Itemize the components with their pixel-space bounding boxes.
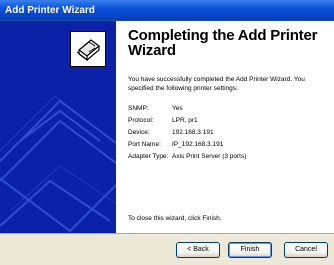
- setting-label: Port Name:: [128, 141, 161, 148]
- setting-value: 192.168.3.191: [172, 129, 214, 136]
- printer-icon: [70, 31, 106, 67]
- window-title: Add Printer Wizard: [0, 0, 334, 21]
- cancel-button[interactable]: Cancel: [284, 242, 328, 258]
- wizard-footer: < Back Finish Cancel: [0, 233, 334, 265]
- closing-text: To close this wizard, click Finish.: [128, 215, 222, 222]
- back-button[interactable]: < Back: [176, 242, 220, 258]
- setting-value: Yes: [172, 105, 183, 112]
- wizard-banner: [0, 21, 116, 233]
- setting-label: Device:: [128, 129, 150, 136]
- setting-value: Axis Print Server (3 ports): [172, 153, 247, 160]
- setting-value: IP_192.168.3.191: [172, 141, 224, 148]
- setting-row-adapter-type: Adapter Type: Axis Print Server (3 ports…: [128, 151, 328, 163]
- setting-label: SNMP:: [128, 105, 149, 112]
- add-printer-wizard-window: Add Printer Wizard Completing the Add Pr…: [0, 0, 334, 265]
- intro-text: You have successfully completed the Add …: [128, 76, 305, 92]
- setting-row-port-name: Port Name: IP_192.168.3.191: [128, 139, 328, 151]
- setting-value: LPR, pr1: [172, 117, 198, 124]
- setting-row-snmp: SNMP: Yes: [128, 103, 328, 115]
- wizard-content: Completing the Add Printer Wizard You ha…: [0, 21, 334, 233]
- finish-button[interactable]: Finish: [228, 242, 272, 258]
- wizard-heading: Completing the Add Printer Wizard: [128, 27, 318, 59]
- setting-row-device: Device: 192.168.3.191: [128, 127, 328, 139]
- setting-label: Adapter Type:: [128, 153, 169, 160]
- setting-row-protocol: Protocol: LPR, pr1: [128, 115, 328, 127]
- settings-list: SNMP: Yes Protocol: LPR, pr1 Device: 192…: [128, 103, 328, 163]
- setting-label: Protocol:: [128, 117, 154, 124]
